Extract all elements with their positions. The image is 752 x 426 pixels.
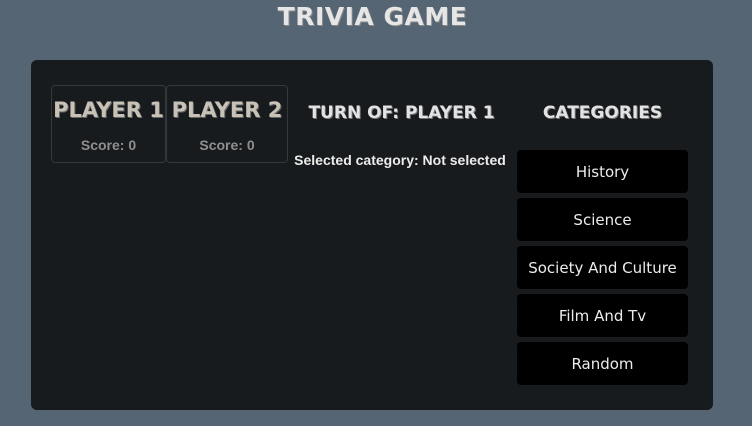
categories-heading: CATEGORIES [542,103,663,123]
category-button-science[interactable]: Science [517,198,688,241]
player-1-name: PLAYER 1 [53,98,164,122]
selected-category-text: Selected category: Not selected [294,152,506,168]
player-1-score: Score: 0 [80,137,137,153]
player-1-card: PLAYER 1 Score: 0 [51,85,166,163]
page-title: TRIVIA GAME [277,2,468,31]
category-button-random[interactable]: Random [517,342,688,385]
category-list: History Science Society And Culture Film… [517,150,688,390]
category-button-history[interactable]: History [517,150,688,193]
game-board: PLAYER 1 Score: 0 PLAYER 2 Score: 0 TURN… [31,60,713,410]
category-button-society-and-culture[interactable]: Society And Culture [517,246,688,289]
player-2-name: PLAYER 2 [171,98,283,122]
player-2-score: Score: 0 [199,137,255,153]
turn-indicator: TURN OF: PLAYER 1 [308,103,495,123]
category-button-film-and-tv[interactable]: Film And Tv [517,294,688,337]
player-2-card: PLAYER 2 Score: 0 [166,85,288,163]
